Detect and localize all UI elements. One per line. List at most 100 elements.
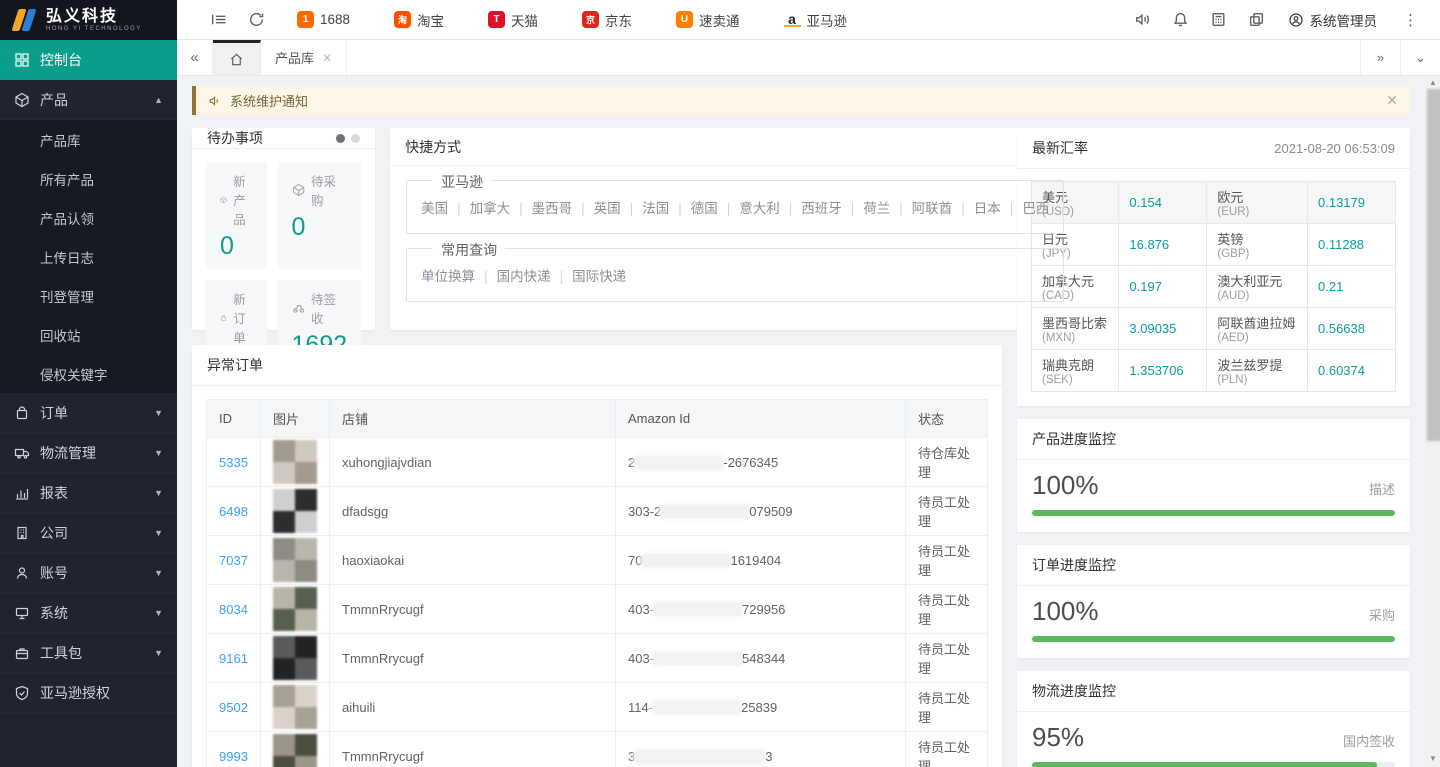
rate-row: 瑞典克朗(SEK) 1.353706 波兰兹罗提(PLN) 0.60374 [1032, 350, 1396, 392]
order-id-link[interactable]: 7037 [219, 553, 248, 568]
menu-fold-icon[interactable] [199, 0, 237, 40]
more-menu-icon[interactable]: ⋮ [1389, 11, 1426, 29]
scroll-down-icon[interactable]: ▼ [1426, 753, 1440, 765]
sidebar-item-system[interactable]: 系统 ▼ [0, 593, 177, 633]
country-link[interactable]: 德国 [669, 201, 718, 216]
query-link[interactable]: 国内快递 [475, 269, 551, 284]
sidebar-item-logistics[interactable]: 物流管理 ▼ [0, 433, 177, 473]
tmall-icon: T [488, 11, 505, 28]
country-link[interactable]: 荷兰 [842, 201, 891, 216]
sidebar-subitem-product-claim[interactable]: 产品认领 [0, 198, 177, 237]
country-link[interactable]: 西班牙 [780, 201, 842, 216]
marketplace-link-tmall[interactable]: T 天猫 [488, 10, 538, 30]
progress-tag: 描述 [1369, 479, 1395, 498]
country-link[interactable]: 意大利 [718, 201, 780, 216]
product-image[interactable] [273, 685, 317, 729]
product-image[interactable] [273, 636, 317, 680]
announcement-icon[interactable] [1124, 0, 1162, 40]
product-image[interactable] [273, 489, 317, 533]
user-menu[interactable]: 系统管理员 [1276, 10, 1390, 30]
currency-code: (MXN) [1042, 332, 1108, 344]
country-link[interactable]: 法国 [621, 201, 670, 216]
tabs-scroll-left-icon[interactable]: « [177, 40, 213, 75]
country-link[interactable]: 英国 [572, 201, 621, 216]
country-link[interactable]: 阿联酋 [890, 201, 952, 216]
orders-table: ID 图片 店铺 Amazon Id 状态 5335 [206, 399, 988, 767]
marketplace-link-jd[interactable]: 京 京东 [582, 10, 632, 30]
order-id-link[interactable]: 8034 [219, 602, 248, 617]
sidebar-subitem-upload-log[interactable]: 上传日志 [0, 237, 177, 276]
logo-subtitle: HONG YI TECHNOLOGY [46, 26, 142, 32]
scrollbar-thumb[interactable] [1427, 89, 1440, 441]
sidebar-item-company[interactable]: 公司 ▼ [0, 513, 177, 553]
status-badge: 待员工处理 [906, 585, 988, 634]
sidebar-item-amazon-auth[interactable]: 亚马逊授权 [0, 673, 177, 713]
tab-product-library[interactable]: 产品库 ✕ [261, 40, 347, 75]
rate-row: 加拿大元(CAD) 0.197 澳大利亚元(AUD) 0.21 [1032, 266, 1396, 308]
sidebar-subitem-product-library[interactable]: 产品库 [0, 120, 177, 159]
chevron-down-icon: ▼ [154, 568, 163, 578]
bell-icon[interactable] [1162, 0, 1200, 40]
todo-card-to-purchase[interactable]: 待采购 0 [278, 162, 362, 269]
order-id-link[interactable]: 9993 [219, 749, 248, 764]
order-id-link[interactable]: 9502 [219, 700, 248, 715]
taobao-icon: 淘 [394, 11, 411, 28]
tabs-menu-icon[interactable]: ⌄ [1400, 40, 1440, 75]
sidebar-item-product[interactable]: 产品 ▲ [0, 80, 177, 120]
country-link[interactable]: 加拿大 [448, 201, 510, 216]
country-link[interactable]: 日本 [952, 201, 1001, 216]
product-image[interactable] [273, 734, 317, 767]
product-image[interactable] [273, 538, 317, 582]
tabs-scroll-right-icon[interactable]: » [1360, 40, 1400, 75]
sidebar-subitem-listing-manage[interactable]: 刊登管理 [0, 276, 177, 315]
scroll-up-icon[interactable]: ▲ [1426, 77, 1440, 89]
carousel-dot[interactable] [336, 134, 345, 143]
country-link[interactable]: 墨西哥 [510, 201, 572, 216]
marketplace-label: 1688 [320, 12, 350, 27]
sidebar-subitem-infringing-keywords[interactable]: 侵权关键字 [0, 354, 177, 393]
query-link[interactable]: 单位换算 [421, 269, 475, 284]
todo-card-new-products[interactable]: 新产品 0 [206, 162, 267, 269]
speaker-icon [208, 94, 222, 108]
panel-title: 产品进度监控 [1032, 429, 1116, 449]
marketplace-link-amazon[interactable]: a 亚马逊 [784, 10, 848, 30]
sidebar-item-accounts[interactable]: 账号 ▼ [0, 553, 177, 593]
product-image[interactable] [273, 440, 317, 484]
column-header-status: 状态 [906, 400, 988, 438]
table-row: 5335 xuhongjiajvdian 2-2676345 待仓库处理 [207, 438, 988, 487]
sidebar-item-reports[interactable]: 报表 ▼ [0, 473, 177, 513]
tab-home[interactable] [213, 40, 261, 75]
country-link[interactable]: 巴西 [1001, 201, 1050, 216]
truck-icon [14, 445, 30, 461]
status-badge: 待仓库处理 [906, 438, 988, 487]
query-link[interactable]: 国际快递 [551, 269, 627, 284]
order-id-link[interactable]: 6498 [219, 504, 248, 519]
sidebar-item-console[interactable]: 控制台 [0, 40, 177, 80]
carousel-dot[interactable] [351, 134, 360, 143]
vertical-scrollbar[interactable]: ▲ ▼ [1426, 77, 1440, 767]
product-image[interactable] [273, 587, 317, 631]
progress-bar [1032, 636, 1395, 642]
rate-row: 墨西哥比索(MXN) 3.09035 阿联酋迪拉姆(AED) 0.56638 [1032, 308, 1396, 350]
refresh-icon[interactable] [237, 0, 275, 40]
country-link[interactable]: 美国 [421, 201, 448, 216]
amazon-id: 403- [628, 602, 654, 617]
redacted-text [661, 505, 749, 518]
table-row: 9161 TmmnRrycugf 403-548344 待员工处理 [207, 634, 988, 683]
order-id-link[interactable]: 5335 [219, 455, 248, 470]
marketplace-link-1688[interactable]: 1 1688 [297, 11, 350, 28]
copy-report-icon[interactable] [1238, 0, 1276, 40]
marketplace-link-taobao[interactable]: 淘 淘宝 [394, 10, 444, 30]
marketplace-link-aliexpress[interactable]: U 速卖通 [676, 10, 740, 30]
column-header-id: ID [207, 400, 261, 438]
sidebar-item-orders[interactable]: 订单 ▼ [0, 393, 177, 433]
order-id-link[interactable]: 9161 [219, 651, 248, 666]
calculator-icon[interactable] [1200, 0, 1238, 40]
close-tab-icon[interactable]: ✕ [322, 51, 332, 65]
sidebar-subitem-recycle-bin[interactable]: 回收站 [0, 315, 177, 354]
sidebar-item-toolkit[interactable]: 工具包 ▼ [0, 633, 177, 673]
sidebar-subitem-all-products[interactable]: 所有产品 [0, 159, 177, 198]
redacted-text [654, 603, 742, 616]
close-alert-icon[interactable]: ✕ [1386, 92, 1398, 109]
chart-icon [14, 485, 30, 501]
